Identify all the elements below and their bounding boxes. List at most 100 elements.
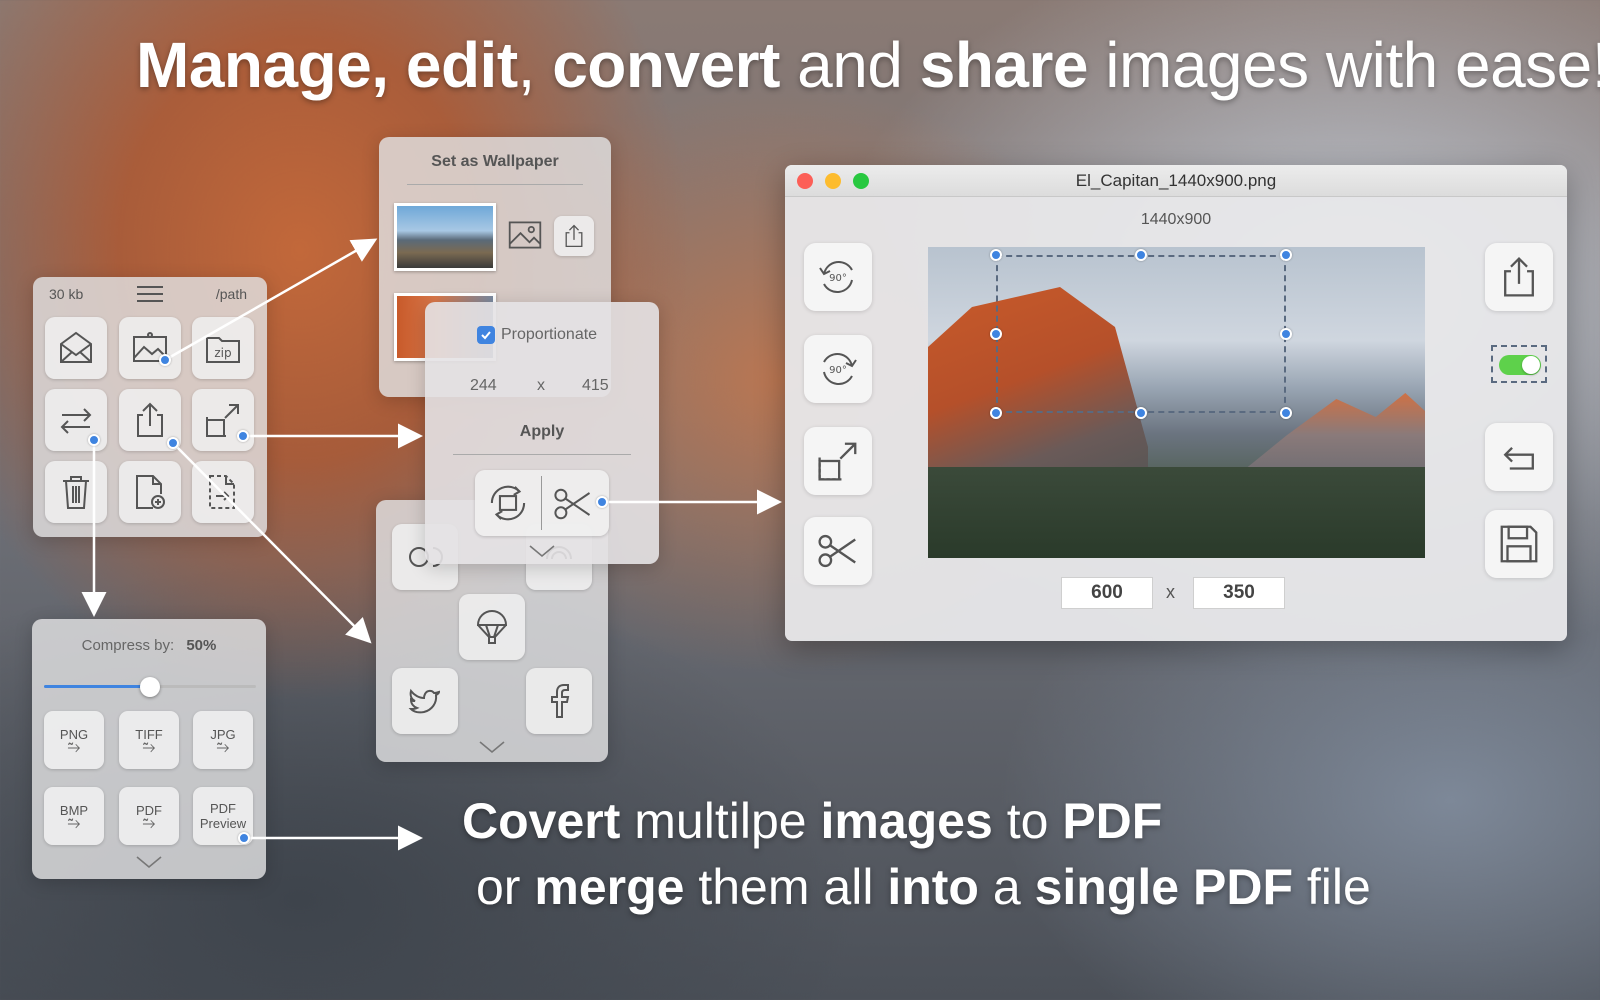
editor-window: El_Capitan_1440x900.png 1440x900 90° 90°… — [785, 165, 1567, 641]
rotate-image-icon[interactable] — [485, 480, 531, 531]
resize-width-value[interactable]: 244 — [470, 377, 497, 395]
promo-word: PDF — [1062, 793, 1163, 849]
crop-button[interactable] — [804, 517, 872, 585]
promo-line-1: Covert multilpe images to PDF — [462, 792, 1162, 850]
menu-icon[interactable] — [136, 285, 164, 303]
format-jpg-button[interactable]: JPG ⥲ — [193, 711, 253, 769]
facebook-icon — [551, 684, 570, 718]
promo-word: Covert — [462, 793, 621, 849]
promo-word: to — [1006, 793, 1049, 849]
connector-dot — [159, 354, 171, 366]
undo-button[interactable] — [1485, 423, 1553, 491]
crop-handle[interactable] — [990, 249, 1002, 261]
parachute-button[interactable] — [459, 594, 525, 660]
delete-button[interactable] — [45, 461, 107, 523]
promo-word: file — [1306, 859, 1371, 915]
rotate-right-button[interactable]: 90° — [804, 335, 872, 403]
promo-word: images — [820, 793, 993, 849]
floppy-disk-icon — [1500, 525, 1538, 563]
email-button[interactable] — [45, 317, 107, 379]
share-icon — [565, 224, 583, 248]
window-share-button[interactable] — [1485, 243, 1553, 311]
split-file-button[interactable] — [192, 461, 254, 523]
image-canvas[interactable] — [928, 247, 1425, 558]
proportionate-checkbox[interactable] — [477, 326, 495, 344]
crop-handle[interactable] — [990, 407, 1002, 419]
crop-width-field[interactable]: 600 — [1061, 577, 1153, 609]
add-file-icon — [136, 475, 165, 509]
crop-handle[interactable] — [1280, 249, 1292, 261]
rotate-crop-group — [475, 470, 609, 536]
headline-word: edit — [405, 29, 518, 101]
format-tiff-button[interactable]: TIFF ⥲ — [119, 711, 179, 769]
headline-word: images with ease! — [1105, 29, 1600, 101]
minimize-button[interactable] — [825, 173, 841, 189]
resize-panel: Proportionate 244 x 415 Apply — [425, 302, 659, 564]
add-to-pdf-button[interactable] — [119, 461, 181, 523]
proportionate-row: Proportionate — [477, 326, 597, 344]
resize-height-value[interactable]: 415 — [582, 377, 609, 395]
headline-word: , — [517, 29, 536, 101]
headline-word: and — [797, 29, 903, 101]
chevron-down-icon[interactable] — [478, 740, 506, 759]
trash-icon — [63, 476, 89, 509]
format-png-button[interactable]: PNG ⥲ — [44, 711, 104, 769]
scissors-icon — [818, 534, 856, 568]
toggle-focus-ring — [1491, 345, 1547, 383]
compress-panel: Compress by: 50% PNG ⥲ TIFF ⥲ JPG ⥲ BMP ⥲ PDF ⥲ PD… — [32, 619, 266, 879]
svg-text:zip: zip — [214, 346, 231, 360]
compress-value: 50% — [186, 637, 217, 654]
crop-handle[interactable] — [1280, 407, 1292, 419]
svg-text:90°: 90° — [829, 365, 847, 376]
connector-dot — [238, 832, 250, 844]
wallpaper-share-button[interactable] — [554, 216, 594, 256]
wallpaper-thumbnail[interactable] — [394, 203, 496, 271]
compress-slider[interactable] — [44, 677, 256, 697]
crop-handle[interactable] — [1135, 249, 1147, 261]
promo-word: a — [992, 859, 1021, 915]
crop-height-field[interactable]: 350 — [1193, 577, 1285, 609]
divider — [541, 476, 542, 530]
rotate-left-button[interactable]: 90° — [804, 243, 872, 311]
resize-button[interactable] — [804, 427, 872, 495]
chevron-down-icon[interactable] — [135, 855, 163, 874]
twitter-icon — [408, 688, 441, 714]
toggle-switch[interactable] — [1499, 355, 1541, 375]
promo-word: or — [476, 859, 521, 915]
chevron-down-icon[interactable] — [528, 544, 556, 563]
parachute-icon — [476, 610, 508, 644]
divider — [407, 184, 583, 185]
format-pdf-button[interactable]: PDF ⥲ — [119, 787, 179, 845]
undo-icon — [1503, 446, 1534, 470]
headline: Manage, edit, convert and share images w… — [136, 28, 1600, 102]
scissors-icon[interactable] — [551, 482, 595, 531]
crop-frame[interactable] — [996, 255, 1286, 413]
connector-dot — [237, 430, 249, 442]
share-icon — [1504, 256, 1534, 297]
convert-arrow-icon: ⥲ — [67, 738, 81, 756]
apply-button[interactable]: Apply — [425, 423, 659, 441]
crop-handle[interactable] — [1135, 407, 1147, 419]
wallpaper-button[interactable] — [119, 317, 181, 379]
facebook-button[interactable] — [526, 668, 592, 734]
save-button[interactable] — [1485, 510, 1553, 578]
crop-handle[interactable] — [1280, 328, 1292, 340]
wallpaper-title: Set as Wallpaper — [431, 153, 559, 170]
format-label: PDF — [210, 801, 236, 816]
image-icon[interactable] — [507, 217, 543, 258]
valley-forest — [928, 467, 1425, 558]
convert-arrow-icon: ⥲ — [216, 738, 230, 756]
compress-label: Compress by: — [81, 637, 175, 654]
twitter-button[interactable] — [392, 668, 458, 734]
connector-dot — [596, 496, 608, 508]
headline-word: share — [919, 29, 1089, 101]
format-bmp-button[interactable]: BMP ⥲ — [44, 787, 104, 845]
maximize-button[interactable] — [853, 173, 869, 189]
zip-button[interactable]: zip — [192, 317, 254, 379]
crop-handle[interactable] — [990, 328, 1002, 340]
close-button[interactable] — [797, 173, 813, 189]
file-size-label: 30 kb — [49, 286, 84, 302]
slider-knob[interactable] — [140, 677, 160, 697]
convert-arrow-icon: ⥲ — [142, 738, 156, 756]
proportionate-label: Proportionate — [501, 326, 598, 343]
